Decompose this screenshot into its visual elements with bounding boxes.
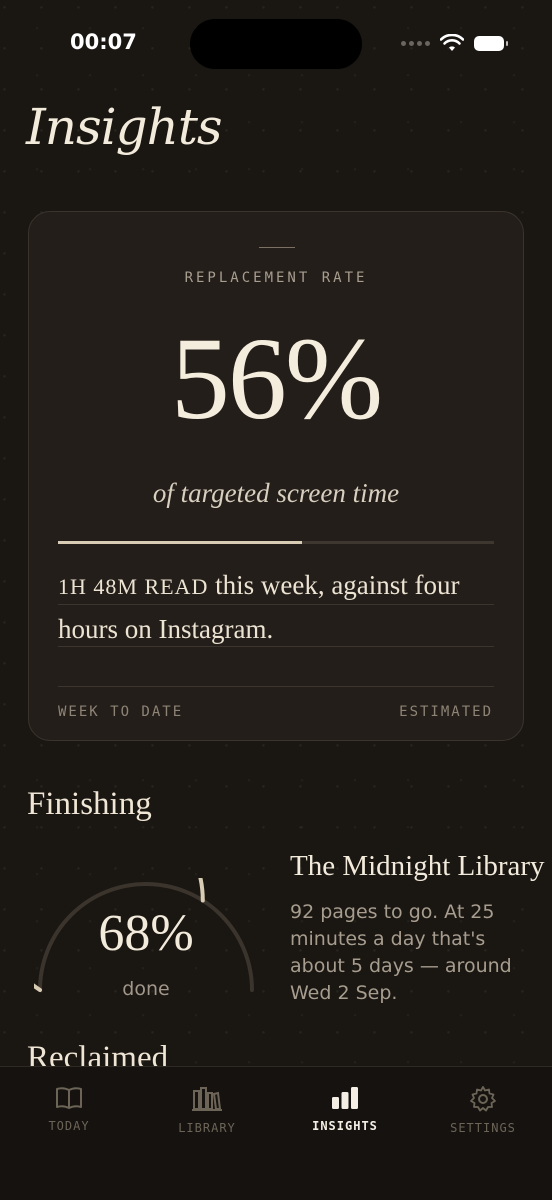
status-icons xyxy=(401,34,508,52)
tab-today[interactable]: TODAY xyxy=(0,1085,138,1133)
status-bar: 00:07 xyxy=(0,0,552,90)
replacement-progress-bar xyxy=(58,541,494,544)
bar-chart-icon xyxy=(332,1087,358,1109)
card-divider xyxy=(58,686,494,687)
page-title: Insights xyxy=(26,98,223,156)
gauge-percent: 68% xyxy=(98,905,194,962)
section-title-finishing: Finishing xyxy=(27,786,152,822)
book-icon xyxy=(56,1087,82,1109)
tab-library[interactable]: LIBRARY xyxy=(138,1085,276,1135)
cellular-signal-icon xyxy=(401,40,430,46)
replacement-rate-value: 56% xyxy=(170,313,383,444)
tab-label-settings: SETTINGS xyxy=(450,1121,516,1135)
gear-icon xyxy=(470,1086,496,1112)
status-time: 00:07 xyxy=(70,30,137,54)
wifi-icon xyxy=(440,34,464,51)
card-footer-note: ESTIMATED xyxy=(399,704,493,720)
card-footer-period: WEEK TO DATE xyxy=(58,704,184,720)
replacement-progress-fill xyxy=(58,541,303,544)
tab-label-insights: INSIGHTS xyxy=(312,1119,378,1133)
reading-summary: 1H 48M READ this week, against four hour… xyxy=(58,564,494,650)
card-ornament-rule xyxy=(259,247,295,248)
bookshelf-icon xyxy=(192,1087,222,1111)
card-eyebrow: REPLACEMENT RATE xyxy=(184,270,368,286)
gauge-caption: done xyxy=(122,978,170,1000)
tab-label-library: LIBRARY xyxy=(178,1121,236,1135)
replacement-rate-card: REPLACEMENT RATE 56% of targeted screen … xyxy=(28,211,524,741)
tab-bar: TODAY LIBRARY INSIGHTS SETTINGS xyxy=(0,1066,552,1200)
tab-settings[interactable]: SETTINGS xyxy=(414,1085,552,1135)
tab-label-today: TODAY xyxy=(48,1119,90,1133)
tab-insights[interactable]: INSIGHTS xyxy=(276,1085,414,1133)
reading-summary-lead: 1H 48M READ xyxy=(58,574,209,599)
book-title[interactable]: The Midnight Library xyxy=(290,850,545,883)
book-progress-description: 92 pages to go. At 25 minutes a day that… xyxy=(290,901,512,1004)
dynamic-island xyxy=(190,19,362,69)
battery-icon xyxy=(474,35,508,51)
replacement-rate-subtitle: of targeted screen time xyxy=(152,478,400,508)
